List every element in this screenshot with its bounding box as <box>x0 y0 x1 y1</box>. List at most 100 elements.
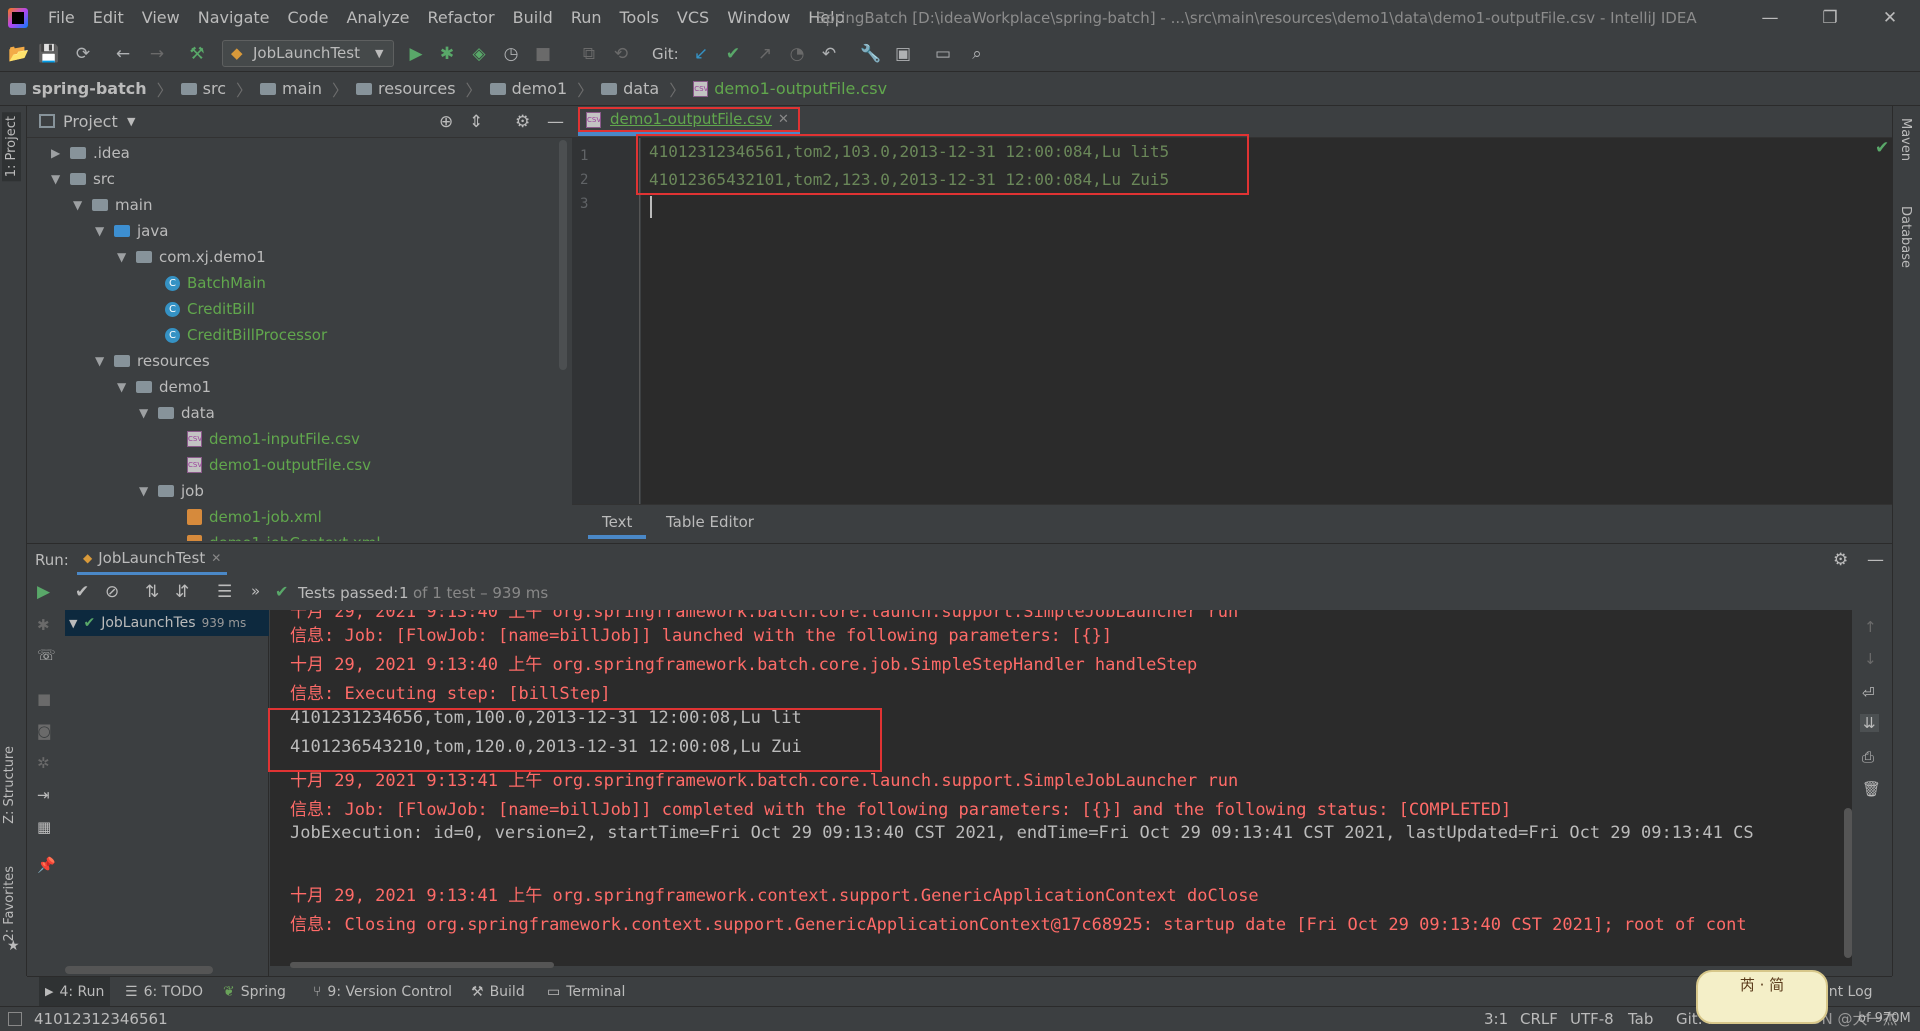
tab-spring[interactable]: ❦ Spring <box>223 977 286 1007</box>
menu-edit[interactable]: Edit <box>84 0 133 36</box>
tree-item-jobcontext-xml[interactable]: demo1-jobContext.xml <box>187 530 381 541</box>
file-encoding[interactable]: UTF-8 <box>1570 1007 1614 1031</box>
maven-tool-tab[interactable]: Maven <box>1898 118 1913 161</box>
gear-icon[interactable]: ⚙ <box>515 106 530 138</box>
breadcrumb-resources[interactable]: resources <box>356 79 456 98</box>
project-panel-title[interactable]: Project <box>63 106 118 138</box>
dump-threads-icon[interactable]: ☏ <box>37 646 56 664</box>
git-history-icon[interactable]: ◔ <box>784 41 810 67</box>
menu-vcs[interactable]: VCS <box>668 0 718 36</box>
tree-item-inputfile[interactable]: CSV demo1-inputFile.csv <box>187 426 360 452</box>
console-horizontal-scrollbar[interactable] <box>290 962 554 968</box>
update-icon[interactable]: ⟲ <box>608 41 634 67</box>
tab-run[interactable]: ▶ 4: Run <box>39 977 111 1007</box>
show-ignored-icon[interactable]: ⊘ <box>105 582 119 602</box>
git-rollback-icon[interactable]: ↶ <box>816 41 842 67</box>
menu-view[interactable]: View <box>133 0 189 36</box>
profile-icon[interactable]: ◷ <box>498 41 524 67</box>
debug-icon[interactable]: ✱ <box>434 41 460 67</box>
settings-icon[interactable]: ✲ <box>37 754 50 772</box>
exit-icon[interactable]: ⇥ <box>37 786 50 804</box>
print-icon[interactable]: ⎙ <box>1862 748 1874 766</box>
layout-icon[interactable]: ▦ <box>37 818 51 836</box>
tree-item-job[interactable]: ▼ job <box>139 478 204 504</box>
restore-button[interactable]: ❐ <box>1800 0 1860 36</box>
tree-item-creditbillprocessor[interactable]: C CreditBillProcessor <box>165 322 327 348</box>
cursor-position[interactable]: 3:1 <box>1484 1007 1508 1031</box>
tab-build[interactable]: ⚒ Build <box>471 977 525 1007</box>
trash-icon[interactable]: 🗑 <box>1862 780 1881 798</box>
coverage-icon[interactable]: ◈ <box>466 41 492 67</box>
project-scrollbar[interactable] <box>559 140 567 370</box>
tab-table-editor[interactable]: Table Editor <box>652 505 768 539</box>
collapse-all-icon[interactable]: ⇕ <box>469 106 483 138</box>
menu-navigate[interactable]: Navigate <box>189 0 279 36</box>
close-tab-icon[interactable]: ✕ <box>211 551 221 565</box>
run-tab[interactable]: ◆ JobLaunchTest ✕ <box>77 544 228 575</box>
chevron-down-icon[interactable]: ▼ <box>127 106 135 138</box>
gear-icon[interactable]: ⚙ <box>1833 544 1848 577</box>
editor-tab-outputfile[interactable]: CSV demo1-outputFile.csv ✕ <box>578 107 800 132</box>
build-hammer-icon[interactable]: ⚒ <box>184 41 210 67</box>
attach-icon[interactable]: ⧉ <box>576 41 602 67</box>
tree-item-package[interactable]: ▼ com.xj.demo1 <box>117 244 266 270</box>
structure-tool-tab[interactable]: Z: Structure <box>2 746 17 824</box>
menu-code[interactable]: Code <box>279 0 338 36</box>
search-icon[interactable]: ⌕ <box>964 41 990 67</box>
tree-item-main[interactable]: ▼ main <box>73 192 152 218</box>
expand-all-icon[interactable]: ☰ <box>217 582 232 602</box>
git-update-icon[interactable]: ↙ <box>688 41 714 67</box>
sort-alpha-icon[interactable]: ⇅ <box>145 582 159 602</box>
tab-text[interactable]: Text <box>588 505 647 539</box>
menu-run[interactable]: Run <box>562 0 611 36</box>
soft-wrap-icon[interactable]: ⏎ <box>1862 684 1875 702</box>
arrow-up-icon[interactable]: ↑ <box>1864 618 1877 636</box>
tab-todo[interactable]: ☰ 6: TODO <box>125 977 203 1007</box>
camera-icon[interactable]: ◙ <box>37 722 52 740</box>
show-passed-icon[interactable]: ✔ <box>75 582 89 602</box>
minimize-button[interactable]: — <box>1740 0 1800 36</box>
test-tree-scrollbar[interactable] <box>65 966 213 974</box>
breadcrumb-demo1[interactable]: demo1 <box>489 79 567 98</box>
console-output[interactable]: 十月 29, 2021 9:13:40 上午 org.springframewo… <box>270 610 1852 966</box>
close-tab-icon[interactable]: ✕ <box>778 109 789 130</box>
tab-version-control[interactable]: ⑂ 9: Version Control <box>313 977 452 1007</box>
hide-panel-icon[interactable]: — <box>1867 544 1884 577</box>
hide-panel-icon[interactable]: — <box>547 106 564 138</box>
sync-icon[interactable]: ⟳ <box>70 41 96 67</box>
menu-window[interactable]: Window <box>718 0 799 36</box>
tree-item-demo1[interactable]: ▼ demo1 <box>117 374 211 400</box>
tree-item-creditbill[interactable]: C CreditBill <box>165 296 255 322</box>
run-icon[interactable]: ▶ <box>403 41 429 67</box>
test-tree-item[interactable]: ▼ ✔ JobLaunchTes 939 ms <box>65 610 269 636</box>
tree-item-src[interactable]: ▼ src <box>51 166 115 192</box>
menu-refactor[interactable]: Refactor <box>419 0 504 36</box>
run-config-select[interactable]: ◆ JobLaunchTest ▼ <box>222 40 394 67</box>
tab-terminal[interactable]: ▭ Terminal <box>547 977 625 1007</box>
project-tool-tab[interactable]: 1: Project <box>2 112 21 182</box>
menu-file[interactable]: File <box>39 0 84 36</box>
forward-arrow-icon[interactable]: → <box>144 41 170 67</box>
save-icon[interactable]: 💾 <box>36 41 62 67</box>
open-folder-icon[interactable]: 📂 <box>6 41 32 67</box>
menu-tools[interactable]: Tools <box>611 0 668 36</box>
database-tool-tab[interactable]: Database <box>1898 206 1913 268</box>
breadcrumb-src[interactable]: src <box>180 79 226 98</box>
inspection-ok-icon[interactable]: ✔ <box>1875 138 1889 158</box>
scroll-to-end-icon[interactable]: ⇊ <box>1860 714 1879 732</box>
tree-item-data[interactable]: ▼ data <box>139 400 215 426</box>
breadcrumb-data[interactable]: data <box>601 79 659 98</box>
menu-build[interactable]: Build <box>504 0 562 36</box>
git-push-icon[interactable]: ↗ <box>752 41 778 67</box>
breadcrumb-main[interactable]: main <box>260 79 322 98</box>
tree-item-batchmain[interactable]: C BatchMain <box>165 270 266 296</box>
tree-item-job-xml[interactable]: demo1-job.xml <box>187 504 322 530</box>
console-scrollbar[interactable] <box>1844 808 1852 958</box>
sort-duration-icon[interactable]: ⇵ <box>175 582 189 602</box>
favorites-tool-tab[interactable]: 2: Favorites <box>2 866 17 942</box>
status-toggle-icon[interactable] <box>8 1012 22 1026</box>
tree-item-outputfile[interactable]: CSV demo1-outputFile.csv <box>187 452 371 478</box>
locate-target-icon[interactable]: ⊕ <box>439 106 453 138</box>
settings-wrench-icon[interactable]: 🔧 <box>858 41 884 67</box>
tree-item-java[interactable]: ▼ java <box>95 218 168 244</box>
